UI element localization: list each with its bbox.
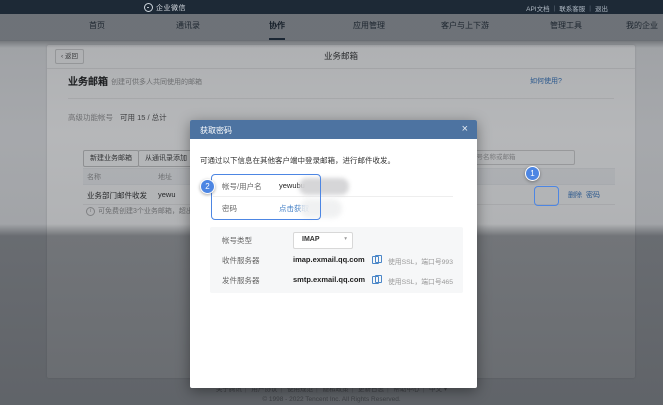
outgoing-server-row: 发件服务器 smtp.exmail.qq.com 使用SSL，端口号465 [210,271,463,291]
nav-item-apps[interactable]: 应用管理 [353,14,385,38]
topbar: 企业微信 API文档 | 联系客服 | 退出 [0,0,663,14]
chevron-down-icon: ▾ [344,236,347,242]
panel-header: ‹ 返回 业务邮箱 [47,45,635,69]
free-quota-tip: i 可免费创建3个业务邮箱，超出 [86,206,193,216]
dialog-title: 获取密码 [200,125,232,136]
close-icon[interactable]: × [462,122,468,136]
dialog-description: 可通过以下信息在其他客户端中登录邮箱，进行邮件收发。 [200,155,395,166]
nav-item-tools[interactable]: 管理工具 [550,14,582,38]
incoming-server-label: 收件服务器 [222,255,260,266]
column-header-address: 地址 [158,172,172,182]
tip-text: 可免费创建3个业务邮箱，超出 [98,206,193,216]
get-password-dialog: 获取密码 × 可通过以下信息在其他客户端中登录邮箱，进行邮件收发。 帐号/用户名… [190,120,477,388]
mailbox-name-cell: 业务部门邮件收发 [87,190,147,201]
how-to-use-link[interactable]: 如何使用? [530,76,562,86]
section-title: 业务邮箱 [68,73,108,88]
divider [68,98,614,99]
info-icon: i [86,207,95,216]
copy-icon[interactable] [372,275,380,284]
outgoing-ssl-note: 使用SSL，端口号465 [388,276,453,286]
section-subtitle: 创建可供多人共同使用的邮箱 [111,77,202,87]
search-input[interactable] [465,150,575,165]
outgoing-server-value: smtp.exmail.qq.com [293,275,365,284]
highlight-box-credentials [211,174,321,220]
password-link[interactable]: 密码 [586,190,600,200]
account-type-select[interactable]: IMAP ▾ [293,232,353,249]
step-badge-2: 2 [200,179,215,194]
quota-value: 可用 15 / 总计 [120,112,167,123]
topbar-link-api-docs[interactable]: API文档 [526,3,549,13]
mailbox-address-cell: yewu [158,190,176,199]
screen: 企业微信 API文档 | 联系客服 | 退出 首页 通讯录 协作 应用管理 客户… [0,0,663,405]
new-mailbox-button[interactable]: 新建业务邮箱 [83,150,139,167]
selected-type: IMAP [302,236,320,243]
topbar-link-support[interactable]: 联系客服 [559,3,585,13]
step-badge-1: 1 [525,166,540,181]
topbar-link-logout[interactable]: 退出 [595,3,608,13]
divider: | [589,5,591,12]
outgoing-server-label: 发件服务器 [222,275,260,286]
brand-title: 企业微信 [156,3,186,13]
column-header-name: 名称 [87,172,101,182]
account-type-row: 帐号类型 IMAP ▾ [210,227,463,251]
main-nav: 首页 通讯录 协作 应用管理 客户与上下游 管理工具 我的企业 [0,14,663,41]
server-settings-box: 帐号类型 IMAP ▾ 收件服务器 imap.exmail.qq.com 使用S… [210,227,463,293]
highlight-box-password-button [534,186,559,206]
nav-item-customers[interactable]: 客户与上下游 [441,14,489,38]
page-title: 业务邮箱 [47,45,635,68]
account-type-label: 帐号类型 [222,235,252,246]
add-from-contacts-button[interactable]: 从通讯录添加 [138,150,194,167]
nav-item-contacts[interactable]: 通讯录 [176,14,200,38]
copy-icon[interactable] [372,255,380,264]
incoming-server-row: 收件服务器 imap.exmail.qq.com 使用SSL，端口号993 [210,251,463,271]
quota-label: 高级功能帐号 [68,112,113,123]
wework-logo-icon [144,3,153,12]
nav-item-company[interactable]: 我的企业 [626,14,658,38]
incoming-server-value: imap.exmail.qq.com [293,255,365,264]
nav-item-collaboration[interactable]: 协作 [269,14,285,40]
delete-link[interactable]: 删除 [568,190,582,200]
dialog-header: 获取密码 × [190,120,477,139]
nav-item-home[interactable]: 首页 [89,14,105,38]
incoming-ssl-note: 使用SSL，端口号993 [388,256,453,266]
topbar-links: API文档 | 联系客服 | 退出 [526,3,608,13]
copyright: © 1998 - 2022 Tencent Inc. All Rights Re… [0,396,663,403]
divider: | [554,5,556,12]
